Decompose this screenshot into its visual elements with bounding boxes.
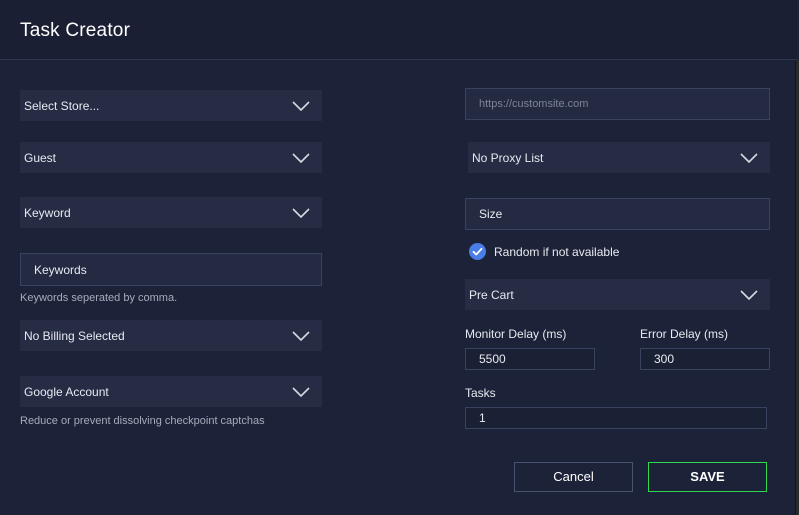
- monitor-delay-value: 5500: [479, 352, 506, 366]
- chevron-down-icon: [292, 330, 310, 341]
- tasks-label: Tasks: [465, 386, 496, 400]
- error-delay-input[interactable]: 300: [640, 348, 770, 370]
- size-input-placeholder: Size: [479, 207, 503, 221]
- billing-select-value: No Billing Selected: [24, 328, 125, 343]
- mode-select[interactable]: Keyword: [20, 197, 322, 228]
- google-account-helper-text: Reduce or prevent dissolving checkpoint …: [20, 415, 265, 427]
- checkmark-icon: [472, 247, 483, 256]
- keywords-input-placeholder: Keywords: [34, 262, 87, 277]
- monitor-delay-label: Monitor Delay (ms): [465, 327, 567, 341]
- tasks-value: 1: [479, 411, 486, 425]
- google-account-select-value: Google Account: [24, 384, 109, 399]
- proxy-select[interactable]: No Proxy List: [468, 142, 770, 173]
- proxy-select-value: No Proxy List: [472, 150, 544, 165]
- dialog-title: Task Creator: [20, 20, 131, 41]
- error-delay-label: Error Delay (ms): [640, 327, 729, 341]
- cancel-button[interactable]: Cancel: [514, 462, 633, 492]
- google-account-select[interactable]: Google Account: [20, 376, 322, 407]
- custom-site-placeholder: https://customsite.com: [479, 98, 589, 110]
- keywords-helper-text: Keywords seperated by comma.: [20, 292, 178, 304]
- mode-select-value: Keyword: [24, 205, 71, 220]
- checkout-mode-select[interactable]: Pre Cart: [465, 279, 770, 310]
- error-delay-value: 300: [654, 352, 675, 366]
- chevron-down-icon: [292, 207, 310, 218]
- checkout-mode-value: Pre Cart: [469, 287, 514, 302]
- billing-select[interactable]: No Billing Selected: [20, 320, 322, 351]
- chevron-down-icon: [292, 386, 310, 397]
- random-size-label: Random if not available: [494, 245, 620, 259]
- store-select[interactable]: Select Store...: [20, 90, 322, 121]
- chevron-down-icon: [292, 100, 310, 111]
- chevron-down-icon: [292, 152, 310, 163]
- chevron-down-icon: [740, 152, 758, 163]
- dialog-header: Task Creator: [0, 0, 797, 60]
- chevron-down-icon: [740, 289, 758, 300]
- profile-select-value: Guest: [24, 150, 57, 165]
- size-input[interactable]: Size: [465, 198, 770, 230]
- monitor-delay-input[interactable]: 5500: [465, 348, 595, 370]
- save-button[interactable]: SAVE: [648, 462, 767, 492]
- tasks-input[interactable]: 1: [465, 407, 767, 429]
- store-select-value: Select Store...: [24, 98, 100, 113]
- custom-site-input[interactable]: https://customsite.com: [465, 88, 770, 120]
- keywords-input[interactable]: Keywords: [20, 253, 322, 286]
- profile-select[interactable]: Guest: [20, 142, 322, 173]
- task-creator-dialog: Task Creator Select Store... Guest Keywo…: [0, 0, 797, 515]
- random-size-checkbox[interactable]: [469, 243, 486, 260]
